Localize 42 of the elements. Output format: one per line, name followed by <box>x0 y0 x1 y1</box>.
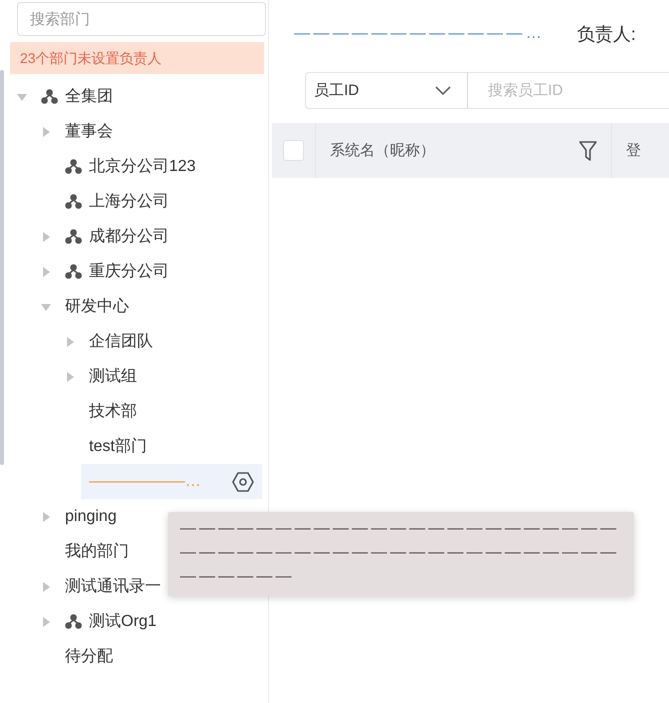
department-title: ————————————… <box>294 25 545 43</box>
tooltip-text: —————— <box>180 567 295 587</box>
tree-item-label[interactable]: pinging <box>65 508 117 526</box>
tree-item-label[interactable]: 研发中心 <box>65 296 129 317</box>
caret-right-icon[interactable] <box>65 372 75 382</box>
search-field[interactable]: 搜索员工ID <box>467 72 669 109</box>
checkbox[interactable] <box>283 140 304 161</box>
tree-item-label[interactable]: 成都分公司 <box>89 226 169 247</box>
caret-right-icon[interactable] <box>41 512 51 522</box>
manager-label: 负责人: <box>576 23 636 46</box>
field-select[interactable]: 员工ID <box>305 72 467 109</box>
tree-item-label[interactable]: 全集团 <box>65 86 113 107</box>
caret-down-icon[interactable] <box>17 92 27 102</box>
tree-item-label[interactable]: 董事会 <box>65 121 113 142</box>
chevron-down-icon <box>435 86 451 96</box>
tree-item-label[interactable]: 技术部 <box>89 401 137 422</box>
caret-right-icon[interactable] <box>41 582 51 592</box>
caret-right-icon[interactable] <box>41 126 51 136</box>
tree-item-label[interactable]: 企信团队 <box>89 331 153 352</box>
tree-item-label[interactable]: test部门 <box>89 436 147 457</box>
caret-right-icon[interactable] <box>41 616 51 626</box>
settings-icon[interactable] <box>232 472 254 492</box>
tree-item-label[interactable]: 重庆分公司 <box>89 261 169 282</box>
column-header: 登 <box>626 141 641 160</box>
column-header: 系统名（昵称） <box>330 141 435 160</box>
tree-item-label[interactable]: 测试通讯录一 <box>65 576 161 597</box>
caret-right-icon[interactable] <box>65 336 75 346</box>
tooltip-text: ——————————————————————— <box>180 519 620 539</box>
caret-down-icon[interactable] <box>41 302 51 312</box>
tree-item-label[interactable]: 我的部门 <box>65 541 129 562</box>
scrollbar[interactable] <box>0 70 4 465</box>
caret-right-icon[interactable] <box>41 266 51 276</box>
search-field[interactable]: 搜索部门 <box>17 2 266 36</box>
tree-item-label[interactable]: 测试组 <box>89 366 137 387</box>
tree-item-label[interactable]: 上海分公司 <box>89 191 169 212</box>
tooltip-text: ——————————————————————— <box>180 543 620 563</box>
tree-item-label[interactable]: 待分配 <box>65 646 113 667</box>
notice-banner: 23个部门未设置负责人 <box>10 42 264 74</box>
tree-item-label[interactable]: 北京分公司123 <box>89 156 196 177</box>
tree-item-label[interactable]: 测试Org1 <box>89 611 157 632</box>
filter-icon[interactable] <box>579 140 597 160</box>
caret-right-icon[interactable] <box>41 232 51 242</box>
